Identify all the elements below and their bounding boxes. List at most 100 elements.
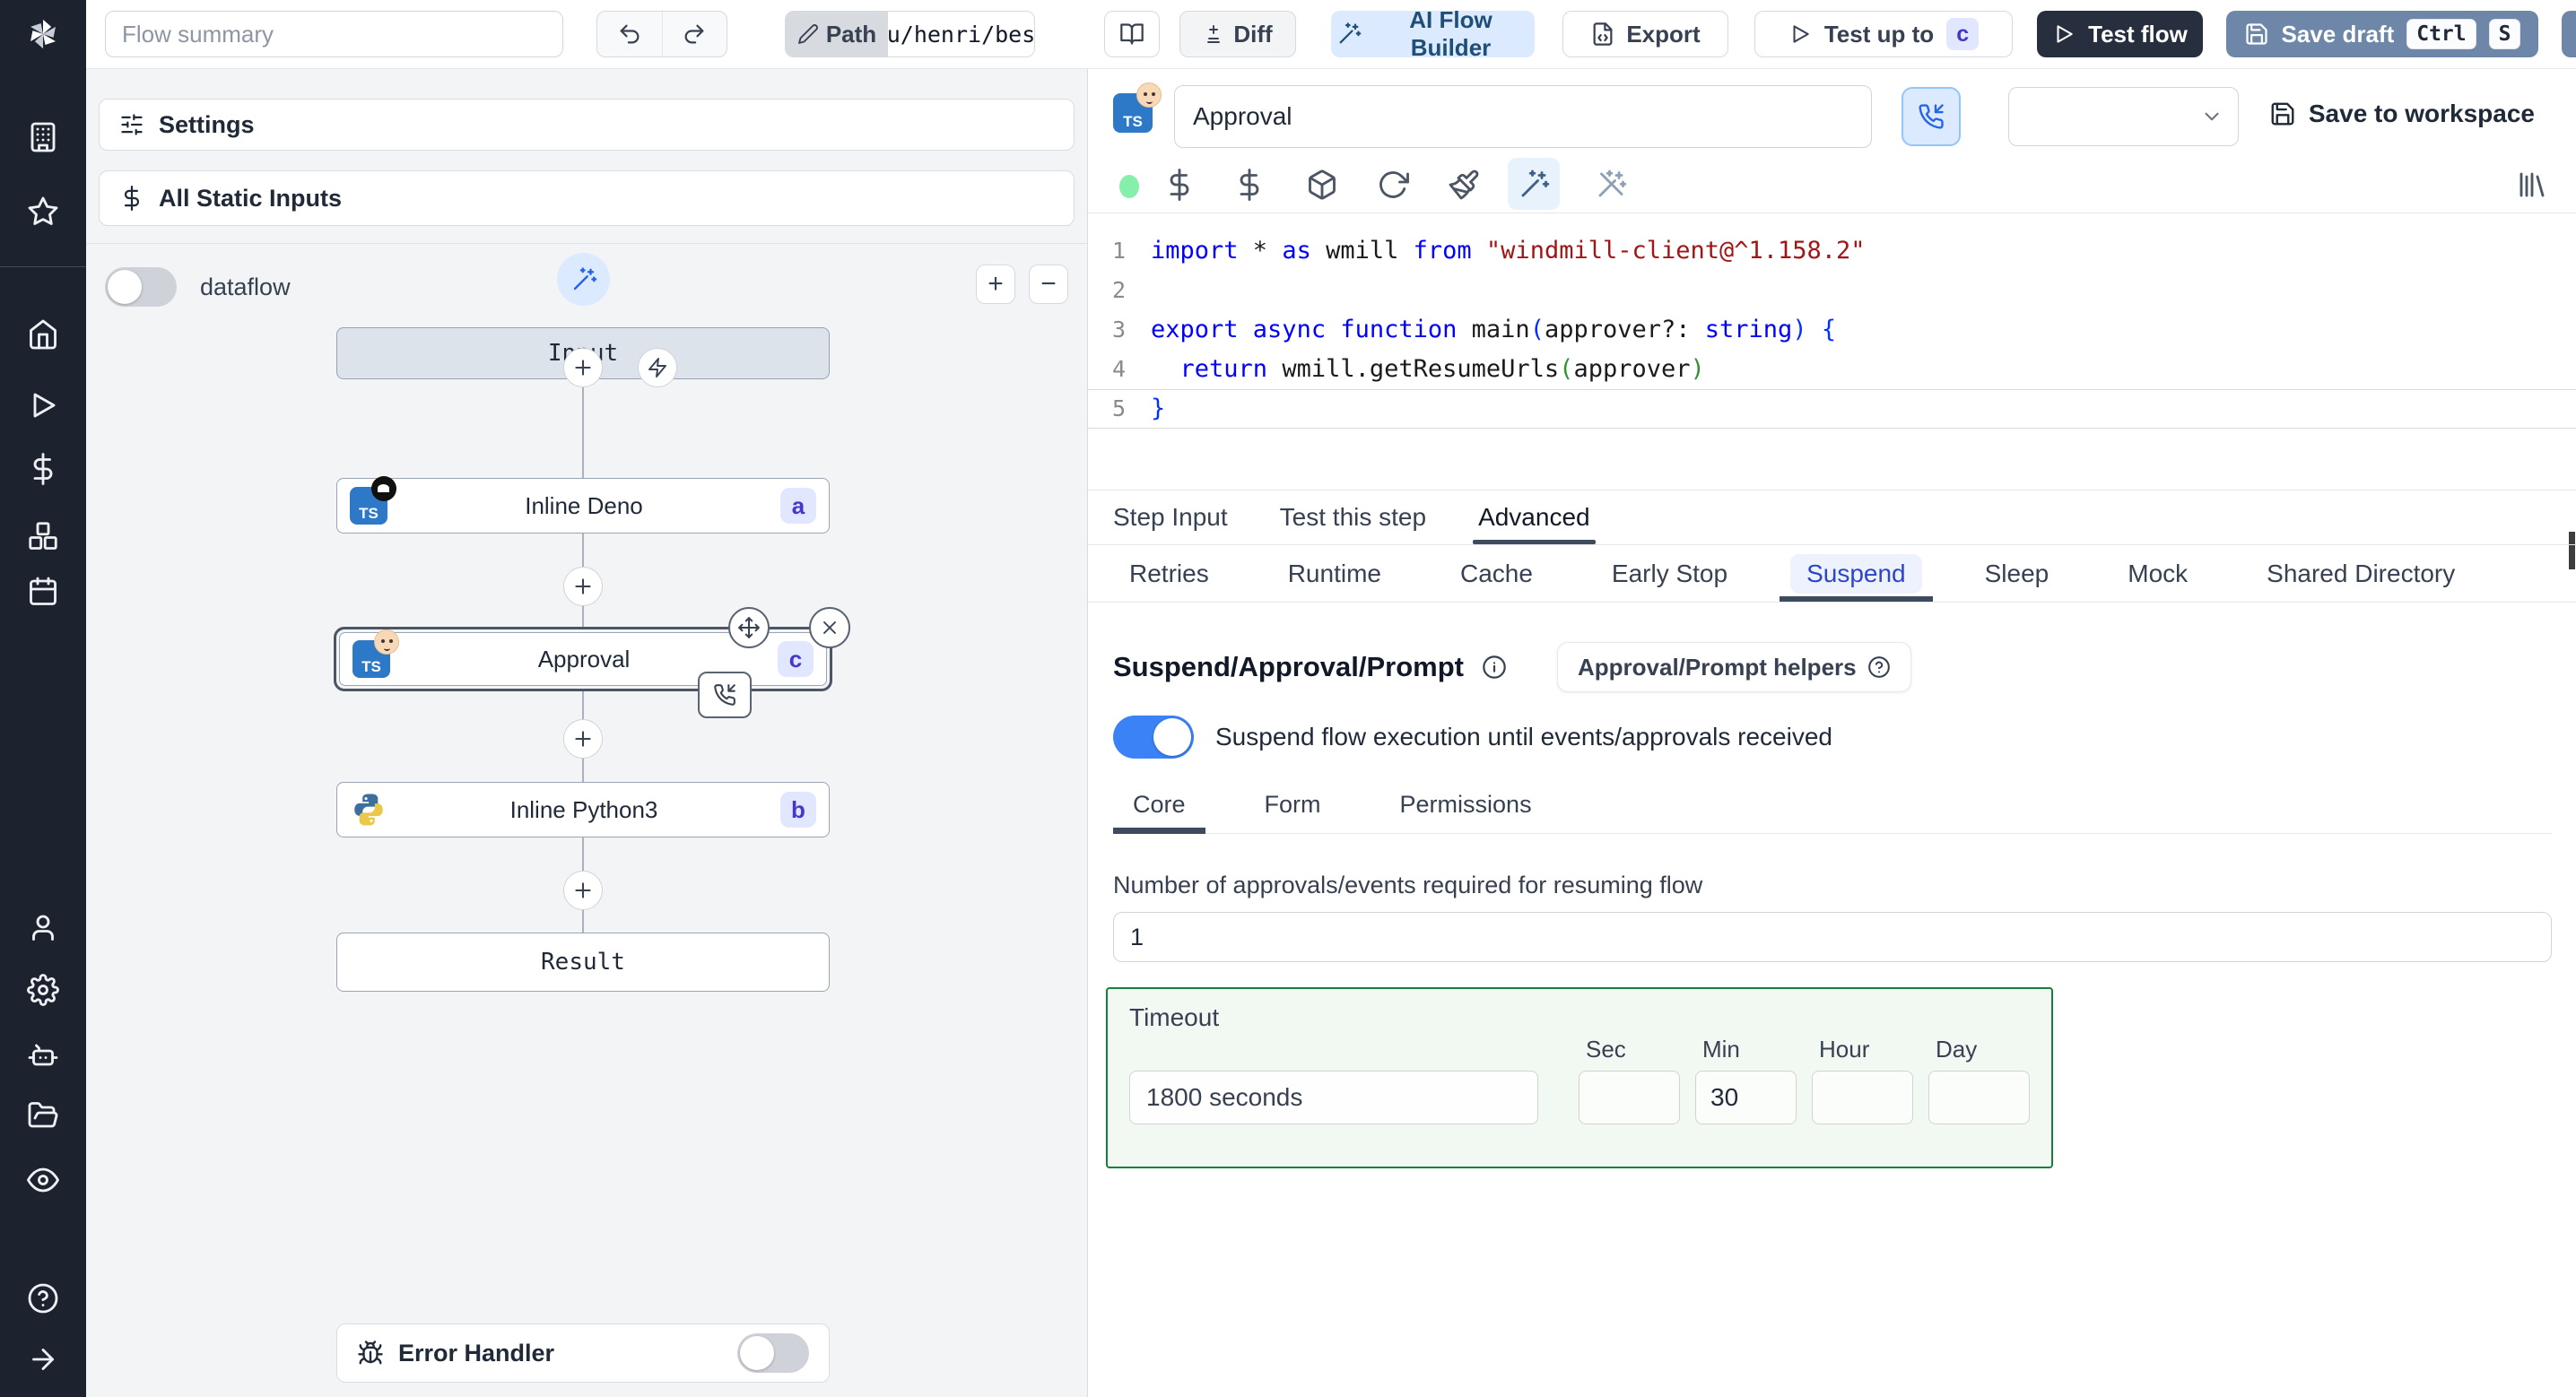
book-open-icon [1120,23,1144,45]
package-icon[interactable] [1306,169,1338,201]
audit-eye-icon[interactable] [27,1164,59,1196]
reload-icon[interactable] [1377,169,1409,201]
subtab-cache[interactable]: Cache [1444,545,1549,602]
play-icon [2057,25,2073,43]
step-name-input[interactable] [1174,85,1872,148]
all-static-inputs-button[interactable]: All Static Inputs [99,170,1075,226]
settings-gear-icon[interactable] [27,974,59,1006]
deno-icon [371,476,396,501]
variables-dollar-icon[interactable] [27,453,59,485]
help-circle-icon[interactable] [27,1282,59,1315]
test-up-to-button[interactable]: Test up to c [1754,11,2013,57]
tab-core[interactable]: Core [1113,785,1205,834]
library-icon[interactable] [2516,169,2548,201]
delete-step-button[interactable] [809,607,850,648]
graph-node-result[interactable]: Result [336,933,830,992]
add-trigger-button[interactable] [638,348,677,387]
add-step-button[interactable] [563,871,603,910]
error-handler-card[interactable]: Error Handler [336,1323,830,1383]
resources-boxes-icon[interactable] [27,520,59,552]
subtab-sleep[interactable]: Sleep [1969,545,2066,602]
workspace-building-icon[interactable] [27,121,59,153]
variable-picker-icon[interactable] [1163,169,1196,201]
step-id-badge: b [780,792,816,828]
zoom-in-button[interactable]: + [976,265,1015,304]
redo-button[interactable] [661,12,727,56]
timeout-min-input[interactable] [1695,1071,1797,1124]
tab-test-this-step[interactable]: Test this step [1280,490,1426,544]
home-icon[interactable] [27,318,59,351]
plus-minus-icon [1207,25,1221,43]
suspend-toggle[interactable] [1113,716,1194,759]
subtab-early-stop[interactable]: Early Stop [1596,545,1744,602]
flow-settings-button[interactable]: Settings [99,99,1075,151]
step-tabs: Step Input Test this step Advanced [1088,490,2576,545]
test-flow-button[interactable]: Test flow [2037,11,2203,57]
zoom-out-button[interactable]: − [1029,265,1068,304]
subtab-mock[interactable]: Mock [2111,545,2204,602]
format-paintbrush-icon[interactable] [1448,169,1480,201]
graph-node-inline-python3[interactable]: Inline Python3 b [336,782,830,837]
resource-picker-icon[interactable] [1233,169,1266,201]
s-kbd: S [2488,19,2521,49]
tab-permissions[interactable]: Permissions [1380,785,1552,833]
code-editor[interactable]: 1 import * as wmill from "windmill-client… [1088,213,2576,569]
suspend-phone-button[interactable] [1902,87,1961,146]
move-step-button[interactable] [728,607,770,648]
favorites-star-icon[interactable] [27,195,59,228]
add-step-button[interactable] [563,567,603,606]
save-to-workspace-button[interactable]: Save to workspace [2269,100,2535,128]
tab-form[interactable]: Form [1245,785,1341,833]
ai-assist-wand-button[interactable] [557,253,610,306]
dataflow-label: dataflow [200,273,291,300]
step-editor-panel: TS Save to workspace [1087,69,2576,1397]
error-handler-toggle[interactable] [737,1333,809,1373]
subtab-retries[interactable]: Retries [1113,545,1225,602]
workspace-script-select[interactable] [2008,87,2239,146]
undo-button[interactable] [597,12,662,56]
ctrl-kbd: Ctrl [2406,19,2476,49]
test-up-to-step-badge[interactable]: c [1946,18,1980,50]
tab-advanced[interactable]: Advanced [1473,490,1596,544]
plus-icon [575,731,591,747]
subtab-runtime[interactable]: Runtime [1272,545,1397,602]
add-step-button[interactable] [563,719,603,759]
timeout-sec-input[interactable] [1579,1071,1680,1124]
path-label-segment: Path [786,12,888,56]
path-button[interactable]: Path u/henri/bes [785,11,1035,57]
pencil-icon [797,24,818,44]
docs-book-button[interactable] [1104,11,1160,57]
suspend-phone-badge[interactable] [698,672,752,718]
zap-icon [648,358,666,377]
step-id-badge: c [778,641,814,677]
subtab-suspend[interactable]: Suspend [1780,545,1933,602]
users-icon[interactable] [27,911,59,943]
flow-summary-input[interactable] [105,11,563,57]
ai-gen-wand-icon[interactable] [1518,169,1550,201]
ai-flow-builder-button[interactable]: AI Flow Builder [1331,6,1535,61]
runs-play-icon[interactable] [27,389,59,421]
export-button[interactable]: Export [1562,11,1728,57]
info-icon[interactable] [1482,655,1507,680]
schedules-calendar-icon[interactable] [27,576,59,608]
collapse-arrow-right-icon[interactable] [27,1343,59,1375]
dataflow-toggle[interactable] [105,267,177,307]
plus-icon [575,360,591,376]
timeout-day-input[interactable] [1928,1071,2030,1124]
deploy-button-partial[interactable] [2562,11,2576,57]
subtab-shared-directory[interactable]: Shared Directory [2250,545,2471,602]
windmill-logo-icon[interactable] [23,14,63,54]
tab-step-input[interactable]: Step Input [1113,490,1228,544]
approvals-count-input[interactable] [1113,912,2552,962]
magic-wand-icon [1339,22,1362,44]
save-draft-button[interactable]: Save draft Ctrl S [2226,11,2538,57]
graph-node-inline-deno[interactable]: TS Inline Deno a [336,476,830,534]
workers-bot-icon[interactable] [27,1040,59,1072]
add-step-button[interactable] [563,348,603,387]
folders-icon[interactable] [27,1099,59,1132]
timeout-hour-input[interactable] [1812,1071,1913,1124]
undo-redo-group [596,11,727,57]
approval-prompt-helpers-button[interactable]: Approval/Prompt helpers [1556,642,1911,692]
wand-off-icon[interactable] [1595,169,1627,201]
diff-button[interactable]: Diff [1179,11,1296,57]
